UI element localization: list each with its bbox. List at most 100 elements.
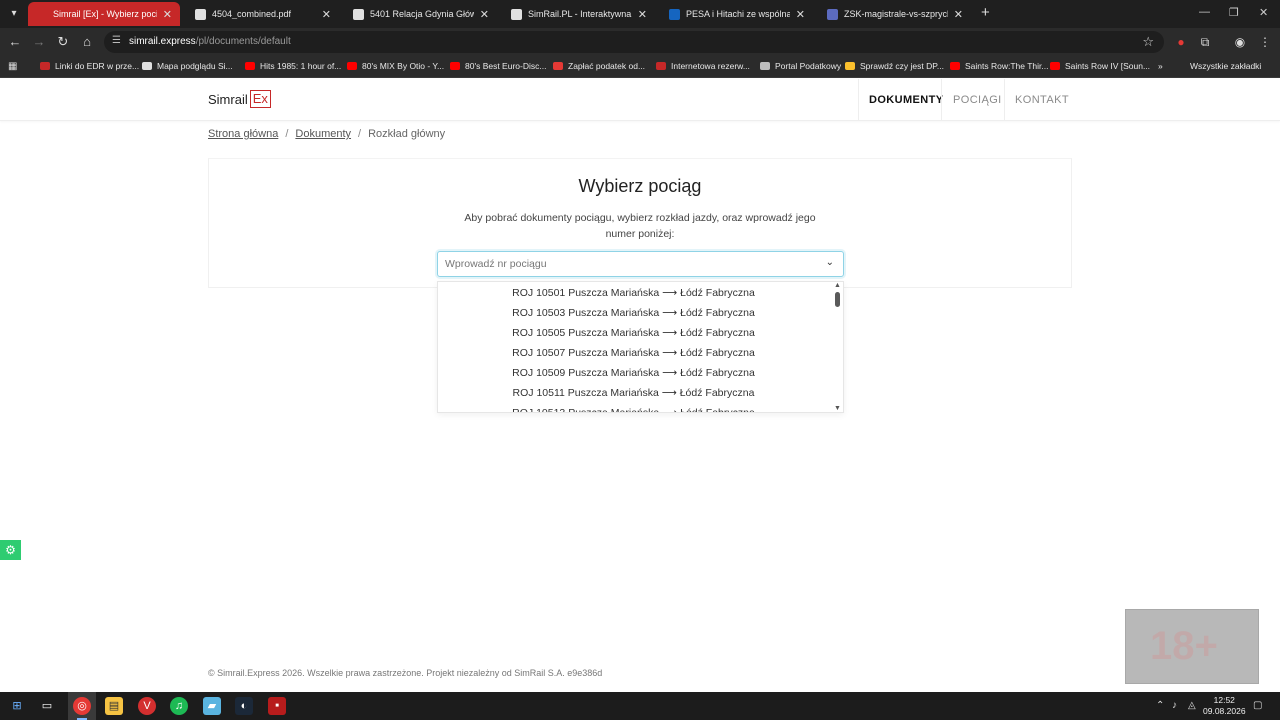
tab-favicon-icon: [36, 8, 47, 20]
close-window-icon[interactable]: ✕: [1259, 6, 1268, 19]
home-icon[interactable]: ⌂: [79, 34, 95, 50]
train-option[interactable]: ROJ 10513 Puszcza Mariańska ⟶ Łódź Fabry…: [438, 403, 843, 412]
spotify-icon[interactable]: ♫: [170, 697, 188, 715]
nav-divider: [1004, 79, 1005, 121]
train-option[interactable]: ROJ 10511 Puszcza Mariańska ⟶ Łódź Fabry…: [438, 383, 843, 403]
bookmark-favicon-icon: [40, 62, 50, 70]
notifications-icon[interactable]: ▢: [1253, 700, 1262, 711]
profile-icon[interactable]: ◉: [1232, 34, 1248, 50]
train-option[interactable]: ROJ 10505 Puszcza Mariańska ⟶ Łódź Fabry…: [438, 323, 843, 343]
more-bookmarks-icon[interactable]: »: [1158, 61, 1163, 71]
tab-close-icon[interactable]: ✕: [638, 8, 647, 21]
tab-search-icon[interactable]: ▾: [6, 6, 22, 22]
tab-title: Simrail [Ex] - Wybierz pociąg: [53, 9, 157, 19]
tab-close-icon[interactable]: ✕: [480, 8, 489, 21]
page-footer: © Simrail.Express 2026. Wszelkie prawa z…: [208, 668, 603, 678]
bookmark-item[interactable]: Zapłać podatek od...: [553, 61, 645, 71]
url-text: simrail.express/pl/documents/default: [129, 36, 291, 47]
bookmark-item[interactable]: Linki do EDR w prze...: [40, 61, 139, 71]
browser-tab[interactable]: ZSK-magistrale-vs-szprychy-p ✕: [819, 2, 971, 26]
tab-title: SimRail.PL - Interaktywna mapa: [528, 9, 632, 19]
nav-dokumenty[interactable]: DOKUMENTY: [869, 94, 944, 106]
scrollbar-thumb[interactable]: [835, 292, 840, 307]
train-option[interactable]: ROJ 10501 Puszcza Mariańska ⟶ Łódź Fabry…: [438, 283, 843, 303]
tray-chevron-icon[interactable]: ⌃: [1156, 700, 1164, 711]
bookmark-favicon-icon: [845, 62, 855, 70]
browser-tab[interactable]: Simrail [Ex] - Wybierz pociąg ✕: [28, 2, 180, 26]
extensions-puzzle-icon[interactable]: ⧉: [1197, 34, 1213, 50]
apps-grid-icon[interactable]: ▦: [8, 61, 17, 72]
all-bookmarks-folder[interactable]: Wszystkie zakładki: [1190, 61, 1261, 71]
bookmark-item[interactable]: Internetowa rezerw...: [656, 61, 750, 71]
tab-close-icon[interactable]: ✕: [163, 8, 172, 21]
dropdown-scrollbar[interactable]: ▲ ▼: [833, 282, 843, 412]
volume-icon[interactable]: ♪: [1172, 700, 1177, 711]
settings-gear-icon[interactable]: ⚙: [0, 540, 21, 560]
bookmark-item[interactable]: Mapa podglądu Si...: [142, 61, 233, 71]
browser-tab[interactable]: 4504_combined.pdf ✕: [187, 2, 339, 26]
extension-icon[interactable]: ●: [1173, 34, 1189, 50]
app-icon-red[interactable]: ■: [268, 697, 286, 715]
network-icon[interactable]: ◬: [1188, 700, 1196, 711]
steam-icon[interactable]: ◐: [235, 697, 253, 715]
browser-tab-bar: ▾ Simrail [Ex] - Wybierz pociąg ✕ 4504_com…: [0, 0, 1280, 28]
site-info-icon[interactable]: ☰: [112, 35, 121, 46]
tab-favicon-icon: [353, 8, 364, 20]
bookmark-item[interactable]: Hits 1985: 1 hour of...: [245, 61, 341, 71]
bookmark-label: Saints Row IV [Soun...: [1065, 61, 1151, 71]
file-explorer-icon[interactable]: ▤: [105, 697, 123, 715]
tab-favicon-icon: [669, 8, 680, 20]
bookmark-favicon-icon: [760, 62, 770, 70]
tab-close-icon[interactable]: ✕: [796, 8, 805, 21]
select-placeholder: Wprowadź nr pociągu: [445, 258, 547, 270]
bookmark-item[interactable]: 80's Best Euro-Disc...: [450, 61, 546, 71]
breadcrumb-separator: /: [358, 128, 362, 140]
bookmark-item[interactable]: Portal Podatkowy: [760, 61, 841, 71]
bookmark-label: Linki do EDR w prze...: [55, 61, 140, 71]
browser-tab[interactable]: SimRail.PL - Interaktywna mapa ✕: [503, 2, 655, 26]
chrome-icon[interactable]: ◎: [73, 697, 91, 715]
restore-icon[interactable]: ❐: [1229, 6, 1239, 19]
bookmark-item[interactable]: Saints Row:The Thir...: [950, 61, 1048, 71]
new-tab-button[interactable]: +: [981, 5, 990, 21]
bookmark-star-icon[interactable]: ☆: [1142, 34, 1154, 50]
bookmark-label: Hits 1985: 1 hour of...: [260, 61, 342, 71]
browser-tab[interactable]: 5401 Relacja Gdynia Główna - G ✕: [345, 2, 497, 26]
app-icon[interactable]: ▰: [203, 697, 221, 715]
train-option[interactable]: ROJ 10507 Puszcza Mariańska ⟶ Łódź Fabry…: [438, 343, 843, 363]
scroll-up-icon[interactable]: ▲: [834, 282, 841, 289]
chevron-down-icon[interactable]: ⌄: [826, 257, 834, 268]
system-clock[interactable]: 12:52 09.08.2026: [1203, 695, 1246, 717]
minimize-icon[interactable]: —: [1199, 6, 1210, 18]
back-icon[interactable]: ←: [7, 34, 23, 50]
bookmark-favicon-icon: [347, 62, 357, 70]
address-bar[interactable]: ☰ simrail.express/pl/documents/default ☆: [104, 31, 1164, 53]
vivaldi-icon[interactable]: V: [138, 697, 156, 715]
bookmark-item[interactable]: 80's MIX By Otio - Y...: [347, 61, 444, 71]
train-option[interactable]: ROJ 10509 Puszcza Mariańska ⟶ Łódź Fabry…: [438, 363, 843, 383]
scroll-down-icon[interactable]: ▼: [834, 405, 841, 412]
breadcrumb-home[interactable]: Strona główna: [208, 128, 278, 140]
windows-start-icon[interactable]: ⊞: [8, 697, 26, 715]
bookmark-favicon-icon: [553, 62, 563, 70]
train-number-select[interactable]: Wprowadź nr pociągu ⌄: [437, 251, 844, 277]
nav-kontakt[interactable]: KONTAKT: [1015, 94, 1069, 106]
tab-close-icon[interactable]: ✕: [322, 8, 331, 21]
menu-dots-icon[interactable]: ⋮: [1257, 34, 1273, 50]
breadcrumb-documents[interactable]: Dokumenty: [295, 128, 351, 140]
train-option[interactable]: ROJ 10503 Puszcza Mariańska ⟶ Łódź Fabry…: [438, 303, 843, 323]
breadcrumb-separator: /: [285, 128, 289, 140]
tab-title: PESA i Hitachi ze wspólną ofert: [686, 9, 790, 19]
tab-title: ZSK-magistrale-vs-szprychy-p: [844, 9, 948, 19]
page-title: Wybierz pociąg: [578, 176, 702, 196]
browser-tab[interactable]: PESA i Hitachi ze wspólną ofert ✕: [661, 2, 813, 26]
nav-pociagi[interactable]: POCIĄGI: [953, 94, 1002, 106]
bookmark-item[interactable]: Saints Row IV [Soun...: [1050, 61, 1150, 71]
forward-icon[interactable]: →: [31, 34, 47, 50]
task-view-icon[interactable]: ▭: [38, 697, 56, 715]
age-rating-text: 18+: [1150, 624, 1218, 668]
bookmark-item[interactable]: Sprawdź czy jest DP...: [845, 61, 944, 71]
site-logo[interactable]: Simrail Ex: [208, 90, 271, 108]
reload-icon[interactable]: ↻: [55, 34, 71, 50]
tab-close-icon[interactable]: ✕: [954, 8, 963, 21]
